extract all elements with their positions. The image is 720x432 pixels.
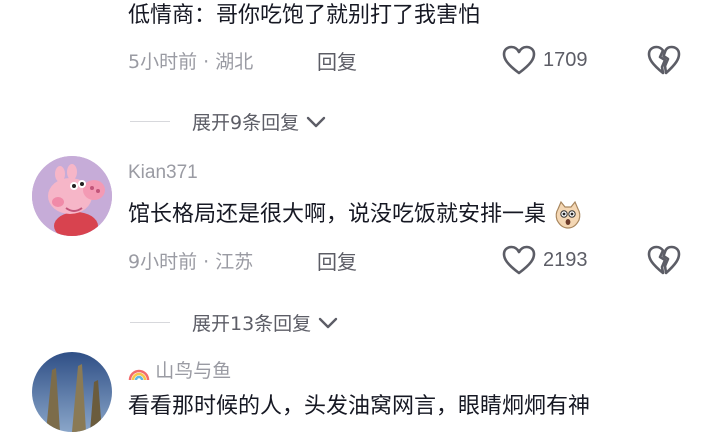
like-count: 1709: [543, 48, 588, 71]
chevron-down-icon: [318, 317, 338, 328]
broken-heart-icon: [647, 45, 681, 75]
username[interactable]: 山鸟与鱼: [155, 361, 231, 382]
rainbow-icon: [128, 369, 150, 381]
expand-replies-label: 展开13条回复: [192, 313, 312, 335]
dislike-button[interactable]: [646, 244, 682, 280]
like-button[interactable]: 2193: [501, 244, 588, 276]
heart-icon: [502, 245, 536, 275]
expand-replies-button[interactable]: 展开9条回复: [130, 108, 327, 135]
comment-text: 低情商：哥你吃饱了就别打了我害怕: [128, 3, 481, 28]
expand-replies-button[interactable]: 展开13条回复: [130, 309, 339, 336]
divider-line: [130, 121, 170, 122]
like-count: 2193: [543, 248, 588, 271]
expand-replies-label: 展开9条回复: [192, 112, 300, 134]
comment-text: 看看那时候的人，头发油窝网言，眼睛炯炯有神: [128, 394, 591, 419]
reply-button[interactable]: 回复: [317, 250, 357, 274]
like-button[interactable]: 1709: [501, 44, 588, 76]
dislike-button[interactable]: [646, 44, 682, 80]
landscape-avatar: [32, 352, 112, 432]
reply-button[interactable]: 回复: [317, 50, 357, 74]
surprised-dog-emoji: [555, 200, 581, 229]
avatar[interactable]: [32, 156, 112, 236]
divider-line: [130, 322, 170, 323]
comment-meta: 5小时前 · 湖北: [128, 51, 254, 73]
peppa-pig-avatar: [32, 156, 112, 236]
username-row: 山鸟与鱼: [128, 356, 231, 383]
heart-icon: [502, 45, 536, 75]
avatar[interactable]: [32, 352, 112, 432]
comment-meta: 9小时前 · 江苏: [128, 251, 254, 273]
broken-heart-icon: [647, 245, 681, 275]
comment-text: 馆长格局还是很大啊，说没吃饭就安排一桌: [128, 200, 583, 230]
comment-text-content: 馆长格局还是很大啊，说没吃饭就安排一桌: [128, 202, 547, 227]
chevron-down-icon: [306, 116, 326, 127]
username[interactable]: Kian371: [128, 162, 198, 184]
